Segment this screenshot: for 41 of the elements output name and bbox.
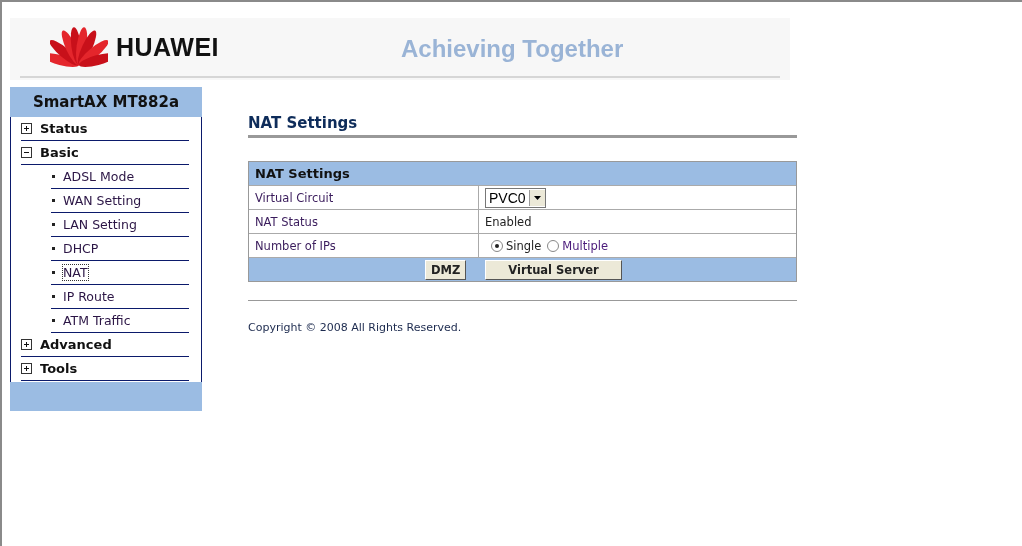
sidebar-title: SmartAX MT882a — [10, 87, 202, 117]
bullet-icon — [52, 295, 55, 298]
bullet-icon — [52, 223, 55, 226]
copyright-text: Copyright © 2008 All Rights Reserved. — [248, 321, 463, 334]
slogan: Achieving Together — [401, 35, 624, 63]
menu-item[interactable]: IP Route — [63, 289, 115, 304]
field-label: Number of IPs — [255, 238, 336, 253]
menu-section[interactable]: Basic — [40, 145, 79, 160]
bullet-icon — [52, 175, 55, 178]
circuit-dropdown[interactable]: PVC0 — [485, 187, 546, 208]
caret-icon — [533, 195, 541, 200]
menu-item[interactable]: ATM Traffic — [63, 313, 131, 328]
action-button[interactable]: DMZ — [425, 259, 467, 280]
bullet-icon — [52, 319, 55, 322]
bullet-icon — [52, 247, 55, 250]
field-value: Enabled — [485, 214, 532, 229]
menu-section[interactable]: Advanced — [40, 337, 112, 352]
bullet-icon — [52, 199, 55, 202]
menu-item[interactable]: ADSL Mode — [63, 169, 135, 184]
menu-item[interactable]: NAT — [63, 265, 88, 280]
page-title: NAT Settings — [248, 114, 797, 138]
radio-label: Single — [506, 238, 542, 253]
menu-item[interactable]: DHCP — [63, 241, 99, 256]
expand-icon[interactable] — [21, 123, 32, 134]
field-label: NAT Status — [255, 214, 318, 229]
menu-section[interactable]: Tools — [40, 361, 78, 376]
brand-name: HUAWEI — [116, 32, 219, 62]
menu-section[interactable]: Status — [40, 121, 88, 136]
bullet-icon — [52, 271, 55, 274]
panel-title: NAT Settings — [249, 162, 796, 185]
radio-button[interactable] — [547, 239, 560, 252]
collapse-icon[interactable] — [21, 147, 32, 158]
expand-icon[interactable] — [21, 363, 32, 374]
flower-logo-icon — [50, 25, 108, 69]
expand-icon[interactable] — [21, 339, 32, 350]
radio-button[interactable] — [491, 239, 503, 252]
field-label: Virtual Circuit — [255, 190, 334, 205]
action-button[interactable]: Virtual Server — [485, 259, 622, 280]
menu-item[interactable]: WAN Setting — [63, 193, 142, 208]
radio-label: Multiple — [562, 238, 609, 253]
menu-item[interactable]: LAN Setting — [63, 217, 137, 232]
